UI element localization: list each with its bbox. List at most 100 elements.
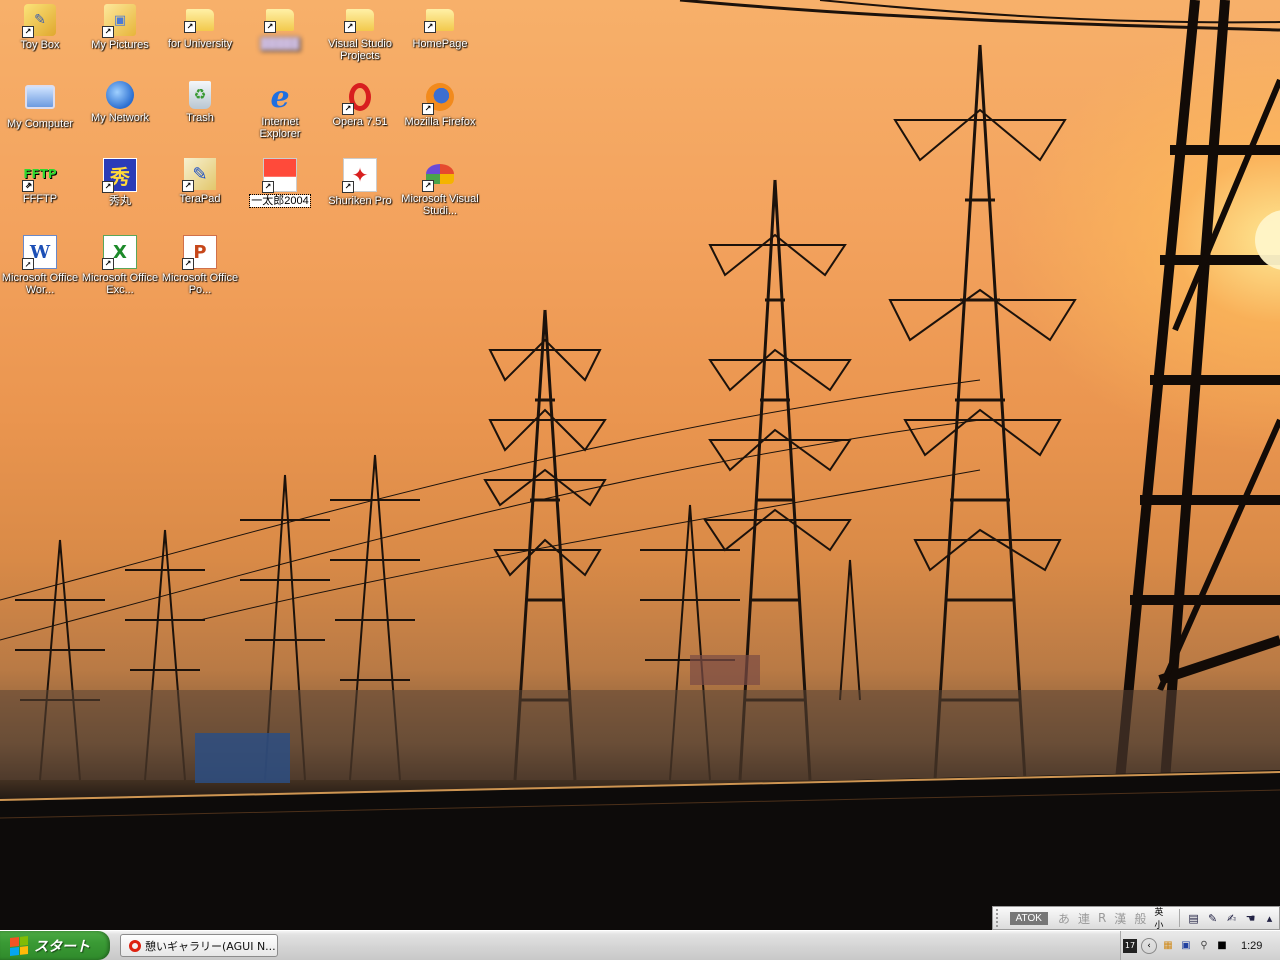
shortcut-arrow-icon: ↗: [102, 258, 114, 270]
internet-explorer-icon: e: [270, 79, 290, 115]
shortcut-arrow-icon: ↗: [342, 103, 354, 115]
visual-studio-icon: ↗: [422, 158, 456, 192]
shortcut-arrow-icon: ↗: [422, 103, 434, 115]
desktop-icon-my-pictures[interactable]: ▣ ↗ My Pictures: [80, 0, 160, 72]
icon-label: 秀丸: [109, 195, 131, 207]
icon-label: Microsoft Office Wor...: [1, 272, 79, 296]
desktop-icon-microsoft-word[interactable]: W ↗ Microsoft Office Wor...: [0, 231, 80, 303]
desktop-icon-microsoft-excel[interactable]: X ↗ Microsoft Office Exc...: [80, 231, 160, 303]
atok-language-bar[interactable]: ATOK あ 連 R 漢 般 英小 ▤ ✎ ✍ ☚ ▴: [992, 905, 1280, 931]
start-button-label: スタート: [34, 938, 90, 955]
shortcut-arrow-icon: ↗: [344, 21, 356, 33]
desktop-icon-toy-box[interactable]: ✎ ↗ Toy Box: [0, 0, 80, 72]
icon-label: HomePage: [412, 38, 468, 50]
ffftp-icon: FFTP ↗: [22, 167, 57, 192]
icon-label: Microsoft Visual Studi...: [401, 193, 479, 217]
taskbar-window-button[interactable]: 憩いギャラリー(AGUI N...: [120, 934, 278, 957]
taskbar-clock[interactable]: 1:29: [1241, 940, 1262, 952]
windows-update-icon[interactable]: ▦: [1161, 939, 1175, 953]
input-mode-renbun[interactable]: 連: [1078, 910, 1090, 927]
langbar-grip-handle[interactable]: [996, 909, 1004, 927]
computer-icon: [25, 85, 55, 109]
desktop-icon-microsoft-visual-studio[interactable]: ↗ Microsoft Visual Studi...: [400, 154, 480, 226]
langbar-divider: [1179, 909, 1181, 927]
icon-label: My Computer: [6, 118, 74, 130]
opera-icon: [129, 939, 141, 952]
input-mode-romaji[interactable]: R: [1098, 911, 1106, 925]
desktop-icon-shuriken-pro[interactable]: ✦ ↗ Shuriken Pro: [320, 154, 400, 226]
shortcut-arrow-icon: ↗: [262, 181, 274, 193]
icon-label: Microsoft Office Exc...: [81, 272, 159, 296]
shuriken-icon: ✦ ↗: [342, 158, 377, 193]
shortcut-arrow-icon: ↗: [424, 21, 436, 33]
desktop-icon-trash[interactable]: ♻ Trash: [160, 77, 240, 149]
atok-logo: ATOK: [1009, 911, 1048, 925]
desktop-icon-homepage[interactable]: ↗ HomePage: [400, 0, 480, 72]
input-mode-hiragana[interactable]: あ: [1058, 910, 1070, 927]
shortcut-arrow-icon: ↗: [182, 180, 194, 192]
icon-label: Toy Box: [20, 39, 60, 51]
toy-box-icon: ✎ ↗: [22, 4, 56, 38]
network-globe-icon: [106, 81, 134, 109]
icon-label: Microsoft Office Po...: [161, 272, 239, 296]
icon-label: Internet Explorer: [259, 116, 301, 140]
shortcut-arrow-icon: ↗: [102, 181, 114, 193]
shortcut-arrow-icon: ↗: [22, 26, 34, 38]
opera-icon: ↗: [342, 81, 376, 115]
system-tray: 17 ‹ ▦ ▣ ⚲ ■ 1:29: [1120, 931, 1280, 960]
taskbar: スタート 憩いギャラリー(AGUI N... 17 ‹ ▦ ▣ ⚲ ■ 1:29: [0, 930, 1280, 960]
icon-label: Trash: [186, 112, 214, 124]
desktop-icon-internet-explorer[interactable]: e Internet Explorer: [240, 77, 320, 149]
icon-label: for University: [167, 38, 233, 50]
desktop-icon-microsoft-powerpoint[interactable]: P ↗ Microsoft Office Po...: [160, 231, 240, 303]
shortcut-arrow-icon: ↗: [184, 21, 196, 33]
shortcut-arrow-icon: ↗: [264, 21, 276, 33]
icon-label: My Network: [90, 112, 150, 124]
calendar-17-icon[interactable]: 17: [1123, 938, 1137, 953]
input-mode-eisho[interactable]: 英小: [1154, 905, 1171, 931]
shortcut-arrow-icon: ↗: [22, 180, 34, 192]
icon-label-selected: 一太郎2004: [249, 194, 311, 208]
desktop-icon-my-computer[interactable]: My Computer: [0, 77, 80, 149]
desktop-icon-for-university[interactable]: ↗ for University: [160, 0, 240, 72]
monitor-icon[interactable]: ▣: [1179, 939, 1193, 953]
my-pictures-icon: ▣ ↗: [102, 4, 136, 38]
taskbar-window-title: 憩いギャラリー(AGUI N...: [145, 939, 276, 953]
icon-label-redacted: █████: [260, 38, 300, 50]
ichitaro-icon: ↗: [262, 158, 297, 193]
folder-icon: ↗: [344, 9, 374, 33]
expand-tray-icon[interactable]: ‹: [1141, 937, 1157, 954]
folder-icon: ↗: [264, 9, 294, 33]
folder-icon: ↗: [184, 9, 214, 33]
input-mode-kanji[interactable]: 漢: [1114, 910, 1126, 927]
start-button[interactable]: スタート: [0, 931, 110, 960]
shortcut-arrow-icon: ↗: [22, 258, 34, 270]
desktop-icon-ffftp[interactable]: FFTP ↗ FFFTP: [0, 154, 80, 226]
pen-input-icon[interactable]: ✍: [1224, 910, 1239, 926]
dictionary-icon[interactable]: ▤: [1186, 910, 1201, 926]
excel-icon: X ↗: [102, 235, 137, 270]
shortcut-arrow-icon: ↗: [102, 26, 114, 38]
langbar-menu-icon[interactable]: ▴: [1262, 910, 1277, 926]
icon-label: Shuriken Pro: [328, 195, 392, 207]
icon-label: Opera 7.51: [332, 116, 388, 128]
desktop-icon-ichitaro-2004[interactable]: ↗ 一太郎2004: [240, 154, 320, 226]
desktop-icon-terapad[interactable]: ✎ ↗ TeraPad: [160, 154, 240, 226]
help-hand-icon[interactable]: ☚: [1243, 910, 1258, 926]
shortcut-arrow-icon: ↗: [182, 258, 194, 270]
desktop-icon-hidemaru[interactable]: 秀 ↗ 秀丸: [80, 154, 160, 226]
desktop-icon-opera[interactable]: ↗ Opera 7.51: [320, 77, 400, 149]
shortcut-arrow-icon: ↗: [342, 181, 354, 193]
desktop-icon-my-network[interactable]: My Network: [80, 77, 160, 149]
display-icon[interactable]: ■: [1215, 939, 1229, 953]
desktop-icon-hidden-folder[interactable]: ↗ █████: [240, 0, 320, 72]
folder-icon: ↗: [424, 9, 454, 33]
network-icon[interactable]: ⚲: [1197, 939, 1211, 953]
input-mode-general[interactable]: 般: [1134, 910, 1146, 927]
memo-edit-icon[interactable]: ✎: [1205, 910, 1220, 926]
hidemaru-icon: 秀 ↗: [102, 158, 137, 193]
desktop-icon-visual-studio-projects[interactable]: ↗ Visual Studio Projects: [320, 0, 400, 72]
icon-label: FFFTP: [22, 193, 58, 205]
desktop-icon-mozilla-firefox[interactable]: ↗ Mozilla Firefox: [400, 77, 480, 149]
windows-flag-icon: [10, 935, 28, 956]
